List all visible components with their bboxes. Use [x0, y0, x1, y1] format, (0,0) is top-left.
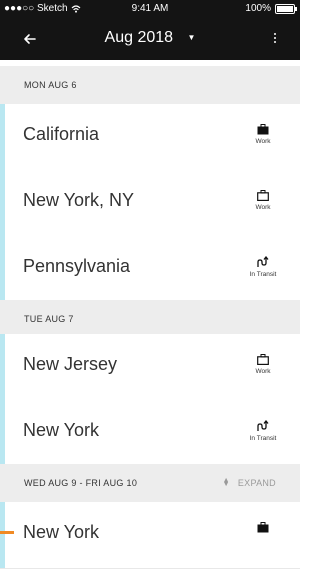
month-selector[interactable]: Aug 2018 ▼: [0, 29, 300, 47]
briefcase-filled-icon: [257, 124, 269, 135]
section-header: WED AUG 9 - FRI AUG 10 ▲ ▼ EXPAND: [0, 464, 300, 502]
location-type: Work: [238, 190, 288, 211]
location-name: New York: [23, 522, 100, 542]
location-name: California: [23, 124, 100, 144]
location-type: Work: [238, 124, 288, 145]
transit-route-icon: [257, 420, 269, 431]
row-accent: [0, 334, 5, 400]
expand-button[interactable]: ▲ ▼ EXPAND: [222, 477, 276, 488]
section-date-label: MON AUG 6: [24, 80, 77, 90]
list-item[interactable]: New York: [0, 502, 300, 569]
location-type: In Transit: [238, 420, 288, 442]
row-accent: [0, 236, 5, 302]
expand-chevrons-icon: ▲ ▼: [222, 477, 230, 488]
type-label: Work: [255, 368, 271, 375]
row-accent: [0, 502, 5, 568]
row-accent: [0, 400, 5, 466]
more-vert-icon[interactable]: [272, 32, 278, 46]
section-date-label: TUE AUG 7: [24, 314, 74, 324]
location-name: New York: [23, 420, 100, 440]
type-label: In Transit: [249, 271, 277, 278]
type-label: Work: [255, 138, 271, 145]
location-type: [238, 522, 288, 533]
type-label: Work: [255, 204, 271, 211]
briefcase-outline-icon: [257, 354, 269, 365]
list-item[interactable]: New York In Transit: [0, 400, 300, 467]
section-header: TUE AUG 7: [0, 300, 300, 338]
caret-down-icon: ▼: [187, 33, 196, 43]
location-name: Pennsylvania: [23, 256, 131, 276]
row-accent: [0, 104, 5, 170]
row-accent: [0, 170, 5, 236]
location-type: Work: [238, 354, 288, 375]
battery-status: 100%: [245, 3, 297, 14]
app-bar: Aug 2018 ▼: [0, 18, 300, 60]
list-item[interactable]: New Jersey Work: [0, 334, 300, 401]
section-header: MON AUG 6: [0, 66, 300, 104]
list-item[interactable]: Pennsylvania In Transit: [0, 236, 300, 303]
battery-percent: 100%: [245, 3, 271, 14]
location-name: New York, NY: [23, 190, 135, 210]
list-item[interactable]: California Work: [0, 104, 300, 171]
section-date-label: WED AUG 9 - FRI AUG 10: [24, 478, 138, 488]
type-label: In Transit: [249, 435, 277, 442]
list-item[interactable]: New York, NY Work: [0, 170, 300, 237]
status-bar: ●●●○○ Sketch 9:41 AM 100%: [0, 0, 300, 18]
expand-label: EXPAND: [237, 478, 276, 488]
briefcase-outline-icon: [257, 190, 269, 201]
transit-route-icon: [257, 256, 269, 267]
location-type: In Transit: [238, 256, 288, 278]
page-title: Aug 2018: [104, 29, 174, 46]
location-name: New Jersey: [23, 354, 118, 374]
battery-icon: [275, 3, 297, 14]
briefcase-filled-icon: [257, 522, 269, 533]
